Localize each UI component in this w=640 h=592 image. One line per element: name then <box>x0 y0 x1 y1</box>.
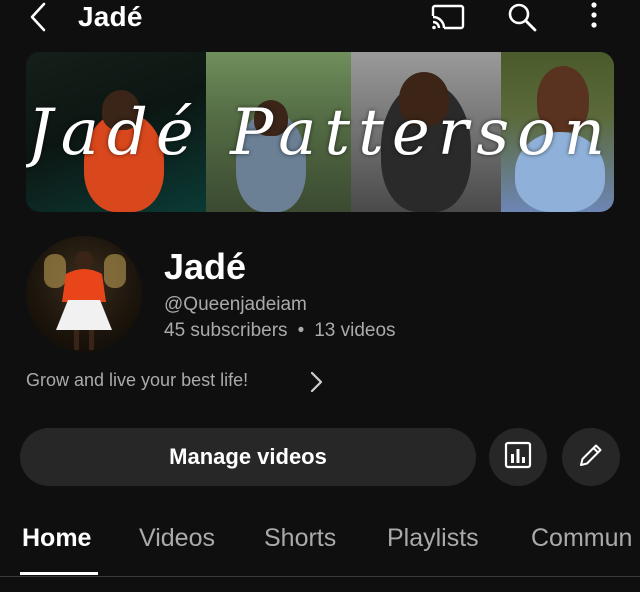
banner-name-script: Jadé Patterson <box>27 96 613 170</box>
chevron-right-icon[interactable] <box>306 369 326 395</box>
top-bar-title: Jadé <box>78 1 143 32</box>
subscriber-count: 45 subscribers <box>164 320 288 341</box>
channel-name: Jadé <box>164 246 247 287</box>
edit-channel-button[interactable] <box>562 428 620 486</box>
cast-icon[interactable] <box>430 2 466 32</box>
channel-handle: @Queenjadeiam <box>164 294 307 315</box>
tab-home[interactable]: Home <box>22 524 91 553</box>
analytics-icon <box>503 440 533 475</box>
tab-shorts[interactable]: Shorts <box>264 524 336 553</box>
tab-community[interactable]: Commun <box>531 524 632 553</box>
pencil-icon <box>576 440 606 475</box>
stats-separator: • <box>297 320 305 341</box>
analytics-button[interactable] <box>489 428 547 486</box>
manage-videos-button[interactable]: Manage videos <box>20 428 476 486</box>
more-vertical-icon[interactable] <box>584 0 604 32</box>
video-count: 13 videos <box>314 320 396 341</box>
tabs-divider <box>0 576 640 577</box>
tab-videos[interactable]: Videos <box>139 524 215 553</box>
back-chevron-icon[interactable] <box>26 2 52 32</box>
active-tab-indicator <box>20 572 98 575</box>
tab-playlists[interactable]: Playlists <box>387 524 479 553</box>
channel-avatar[interactable] <box>26 236 142 352</box>
channel-stats: 45 subscribers • 13 videos <box>164 320 396 342</box>
channel-description[interactable]: Grow and live your best life! <box>26 370 248 391</box>
channel-banner: Jadé Patterson <box>26 52 614 212</box>
search-icon[interactable] <box>505 2 539 32</box>
top-app-bar: Jadé <box>0 0 640 36</box>
channel-tabs: Home Videos Shorts Playlists Commun <box>0 516 640 578</box>
